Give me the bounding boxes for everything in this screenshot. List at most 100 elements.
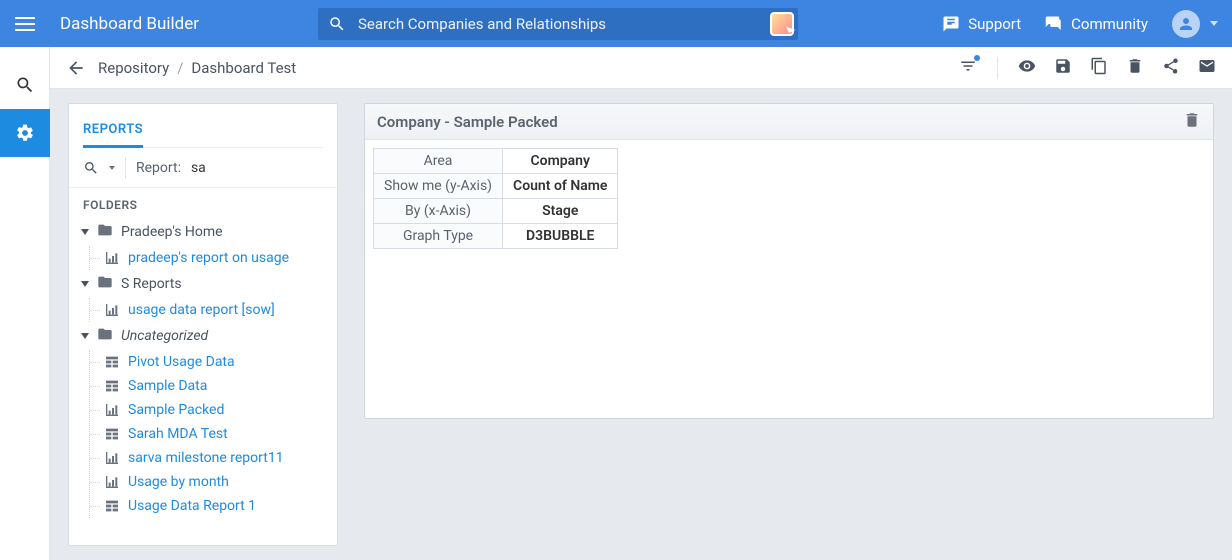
breadcrumb-root[interactable]: Repository: [98, 59, 169, 77]
breadcrumb: Repository / Dashboard Test: [98, 59, 296, 77]
tree-item-label[interactable]: Usage by month: [128, 474, 229, 490]
preview-button[interactable]: [1018, 57, 1036, 79]
main-area: REPORTS Report: sa FOLDERS Pradeep's Hom…: [50, 89, 1232, 560]
user-menu[interactable]: [1172, 10, 1218, 38]
config-key: Graph Type: [374, 224, 503, 249]
tree-item-label[interactable]: Sample Data: [128, 378, 207, 394]
report-widget: Company - Sample Packed AreaCompanyShow …: [364, 103, 1214, 419]
global-search[interactable]: Search Companies and Relationships: [318, 8, 798, 40]
folders-header: FOLDERS: [69, 188, 337, 218]
save-icon: [1054, 57, 1072, 75]
hamburger-icon: [15, 17, 35, 31]
trash-icon: [1183, 111, 1201, 129]
folder-icon: [97, 222, 113, 238]
tree-item-label[interactable]: Sarah MDA Test: [128, 426, 228, 442]
table-icon: [104, 426, 120, 442]
reports-tab-label[interactable]: REPORTS: [83, 122, 143, 148]
chart-icon: [104, 250, 120, 266]
tree-folder[interactable]: S Reports: [79, 270, 329, 298]
widget-title: Company - Sample Packed: [377, 113, 558, 131]
tree-item-label[interactable]: pradeep's report on usage: [128, 250, 289, 266]
tree-folder-label: Uncategorized: [121, 328, 208, 344]
left-rail: [0, 47, 50, 560]
config-value: Count of Name: [503, 174, 618, 199]
hamburger-button[interactable]: [0, 0, 50, 47]
config-key: Area: [374, 149, 503, 174]
widget-config-table: AreaCompanyShow me (y-Axis)Count of Name…: [373, 148, 618, 249]
table-icon: [104, 498, 120, 514]
trash-icon: [1126, 57, 1144, 75]
tree-item[interactable]: Sarah MDA Test: [90, 422, 329, 446]
tree-folder[interactable]: Pradeep's Home: [79, 218, 329, 246]
share-icon: [1162, 57, 1180, 75]
copy-button[interactable]: [1090, 57, 1108, 79]
widget-body: AreaCompanyShow me (y-Axis)Count of Name…: [365, 140, 1213, 263]
support-link[interactable]: Support: [942, 15, 1021, 33]
tree-item[interactable]: Sample Packed: [90, 398, 329, 422]
tree-item[interactable]: Sample Data: [90, 374, 329, 398]
global-search-placeholder: Search Companies and Relationships: [358, 15, 606, 33]
rail-search-button[interactable]: [0, 61, 50, 109]
tree-item[interactable]: Usage Data Report 1: [90, 494, 329, 518]
mail-icon: [1198, 57, 1216, 75]
app-title: Dashboard Builder: [60, 14, 199, 34]
save-button[interactable]: [1054, 57, 1072, 79]
tree-item[interactable]: Pivot Usage Data: [90, 350, 329, 374]
breadcrumb-separator: /: [177, 59, 183, 77]
widget-header: Company - Sample Packed: [365, 104, 1213, 140]
tree-item[interactable]: Usage by month: [90, 470, 329, 494]
avatar-icon: [1177, 15, 1195, 33]
tree-item-label[interactable]: usage data report [sow]: [128, 302, 275, 318]
tree-children: usage data report [sow]: [89, 298, 329, 322]
rail-settings-button[interactable]: [0, 109, 50, 157]
community-link[interactable]: Community: [1045, 15, 1148, 33]
support-icon: [942, 15, 960, 33]
folder-icon: [97, 274, 113, 290]
chevron-down-icon: [81, 333, 89, 339]
back-button[interactable]: [66, 58, 86, 78]
breadcrumb-current: Dashboard Test: [191, 59, 296, 77]
reports-search[interactable]: Report: sa: [69, 148, 337, 188]
assistant-icon[interactable]: [770, 12, 794, 36]
reports-search-prefix: Report:: [136, 160, 181, 176]
email-button[interactable]: [1198, 57, 1216, 79]
toolbar-divider: [997, 57, 998, 79]
filter-button[interactable]: [959, 57, 977, 79]
tree-item[interactable]: sarva milestone report11: [90, 446, 329, 470]
widget-area: Company - Sample Packed AreaCompanyShow …: [364, 103, 1214, 546]
table-icon: [104, 378, 120, 394]
chevron-down-icon: [1210, 21, 1218, 26]
tree-folder[interactable]: Uncategorized: [79, 322, 329, 350]
widget-delete-button[interactable]: [1183, 111, 1201, 133]
reports-search-value: sa: [191, 160, 206, 176]
reports-panel: REPORTS Report: sa FOLDERS Pradeep's Hom…: [68, 103, 338, 546]
chart-icon: [104, 302, 120, 318]
support-label: Support: [968, 15, 1021, 33]
tree-item[interactable]: pradeep's report on usage: [90, 246, 329, 270]
avatar: [1172, 10, 1200, 38]
tree-item[interactable]: usage data report [sow]: [90, 298, 329, 322]
copy-icon: [1090, 57, 1108, 75]
top-bar: Dashboard Builder Search Companies and R…: [0, 0, 1232, 47]
tree-item-label[interactable]: sarva milestone report11: [128, 450, 284, 466]
reports-tab-header: REPORTS: [69, 104, 337, 148]
chevron-down-icon: [81, 281, 89, 287]
toolbar: [959, 57, 1216, 79]
delete-button[interactable]: [1126, 57, 1144, 79]
search-divider: [125, 157, 126, 179]
tree-folder-label: Pradeep's Home: [121, 224, 223, 240]
tree-item-label[interactable]: Sample Packed: [128, 402, 224, 418]
tree-children: pradeep's report on usage: [89, 246, 329, 270]
tree-item-label[interactable]: Pivot Usage Data: [128, 354, 235, 370]
chart-icon: [104, 450, 120, 466]
config-key: By (x-Axis): [374, 199, 503, 224]
share-button[interactable]: [1162, 57, 1180, 79]
report-tree: Pradeep's Home pradeep's report on usage S…: [69, 218, 337, 518]
table-row: AreaCompany: [374, 149, 618, 174]
eye-icon: [1018, 57, 1036, 75]
table-row: Show me (y-Axis)Count of Name: [374, 174, 618, 199]
tree-item-label[interactable]: Usage Data Report 1: [128, 498, 256, 514]
search-icon: [328, 15, 346, 33]
config-value: Company: [503, 149, 618, 174]
community-icon: [1045, 15, 1063, 33]
